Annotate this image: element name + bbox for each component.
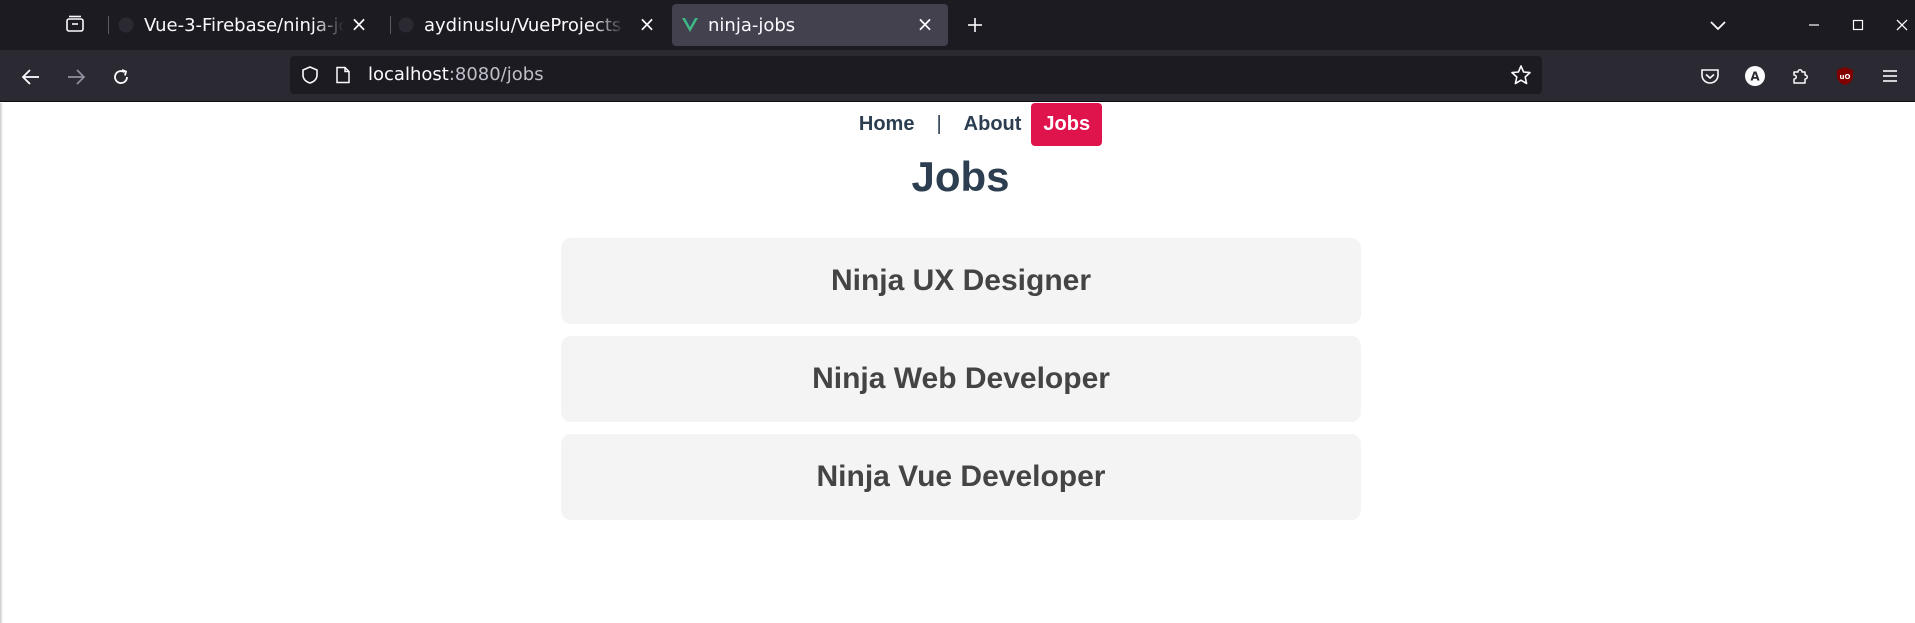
github-icon: [118, 17, 134, 33]
page-icon[interactable]: [334, 66, 352, 84]
maximize-button[interactable]: [1845, 12, 1871, 38]
minimize-icon: [1809, 24, 1819, 26]
github-icon: [398, 17, 414, 33]
url-path: :8080/jobs: [448, 64, 544, 85]
pocket-icon: [1701, 69, 1719, 84]
nav-link-jobs[interactable]: Jobs: [1031, 103, 1103, 146]
nav-separator: |: [936, 113, 942, 135]
bookmark-star-icon[interactable]: [1510, 64, 1532, 86]
tab-manager-button[interactable]: [60, 11, 90, 37]
tab-separator: [108, 16, 109, 34]
nav-link-home[interactable]: Home: [849, 103, 925, 146]
tab-separator: [390, 16, 391, 34]
account-avatar-icon: A: [1745, 66, 1765, 86]
arrow-right-icon: [68, 69, 86, 85]
tab-title: ninja-jobs: [708, 14, 796, 36]
page-title: Jobs: [911, 153, 1010, 200]
tab-vue3-firebase[interactable]: Vue-3-Firebase/ninja-jobs ×: [118, 4, 382, 46]
shield-icon[interactable]: [300, 65, 320, 85]
job-card[interactable]: Ninja UX Designer: [561, 238, 1361, 324]
nav-link-about[interactable]: About: [954, 103, 1032, 146]
job-title: Ninja Web Developer: [812, 362, 1110, 395]
ublock-shield-icon: uO: [1837, 67, 1853, 85]
job-list: Ninja UX Designer Ninja Web Developer Ni…: [561, 238, 1361, 532]
list-all-tabs-button[interactable]: [1705, 12, 1731, 38]
app-navigation: Home | About Jobs: [0, 103, 1915, 147]
close-window-button[interactable]: [1889, 12, 1915, 38]
close-tab-icon[interactable]: ×: [636, 12, 658, 36]
ublock-button[interactable]: uO: [1832, 63, 1858, 89]
tab-title: aydinuslu/VueProjects at: [424, 14, 624, 36]
pocket-button[interactable]: [1697, 63, 1723, 89]
close-tab-icon[interactable]: ×: [914, 12, 936, 36]
job-title: Ninja UX Designer: [830, 264, 1092, 297]
maximize-icon: [1852, 19, 1864, 31]
svg-text:A: A: [1750, 70, 1760, 84]
page-viewport: Home | About Jobs Jobs Ninja UX Designer…: [0, 103, 1915, 623]
tab-list-icon: [66, 15, 84, 32]
close-tab-icon[interactable]: ×: [348, 12, 370, 36]
new-tab-button[interactable]: [962, 12, 988, 38]
extensions-button[interactable]: [1787, 63, 1813, 89]
close-icon: [1896, 19, 1908, 31]
job-card[interactable]: Ninja Vue Developer: [561, 434, 1361, 520]
nav-toolbar: localhost:8080/jobs A uO: [0, 50, 1915, 102]
job-card[interactable]: Ninja Web Developer: [561, 336, 1361, 422]
vue-icon: [682, 18, 698, 32]
menu-button[interactable]: [1877, 63, 1903, 89]
tab-ninja-jobs[interactable]: ninja-jobs ×: [672, 4, 948, 46]
back-button[interactable]: [17, 63, 45, 91]
hamburger-menu-icon: [1883, 70, 1897, 82]
url-bar[interactable]: localhost:8080/jobs: [290, 56, 1542, 94]
url-host: localhost: [368, 64, 449, 85]
forward-button[interactable]: [62, 63, 90, 91]
reload-icon: [114, 69, 128, 84]
account-button[interactable]: A: [1742, 63, 1768, 89]
svg-text:uO: uO: [1840, 73, 1851, 81]
puzzle-icon: [1793, 69, 1808, 84]
url-text[interactable]: localhost:8080/jobs: [368, 64, 544, 85]
job-title: Ninja Vue Developer: [816, 460, 1106, 493]
plus-icon: [968, 18, 982, 32]
arrow-left-icon: [21, 69, 39, 85]
tab-vueprojects[interactable]: aydinuslu/VueProjects at ×: [398, 4, 670, 46]
tab-bar: Vue-3-Firebase/ninja-jobs × aydinuslu/Vu…: [0, 0, 1915, 50]
reload-button[interactable]: [107, 63, 135, 91]
chevron-down-icon: [1710, 21, 1726, 31]
tab-title: Vue-3-Firebase/ninja-jobs: [144, 14, 344, 36]
minimize-button[interactable]: [1801, 12, 1827, 38]
